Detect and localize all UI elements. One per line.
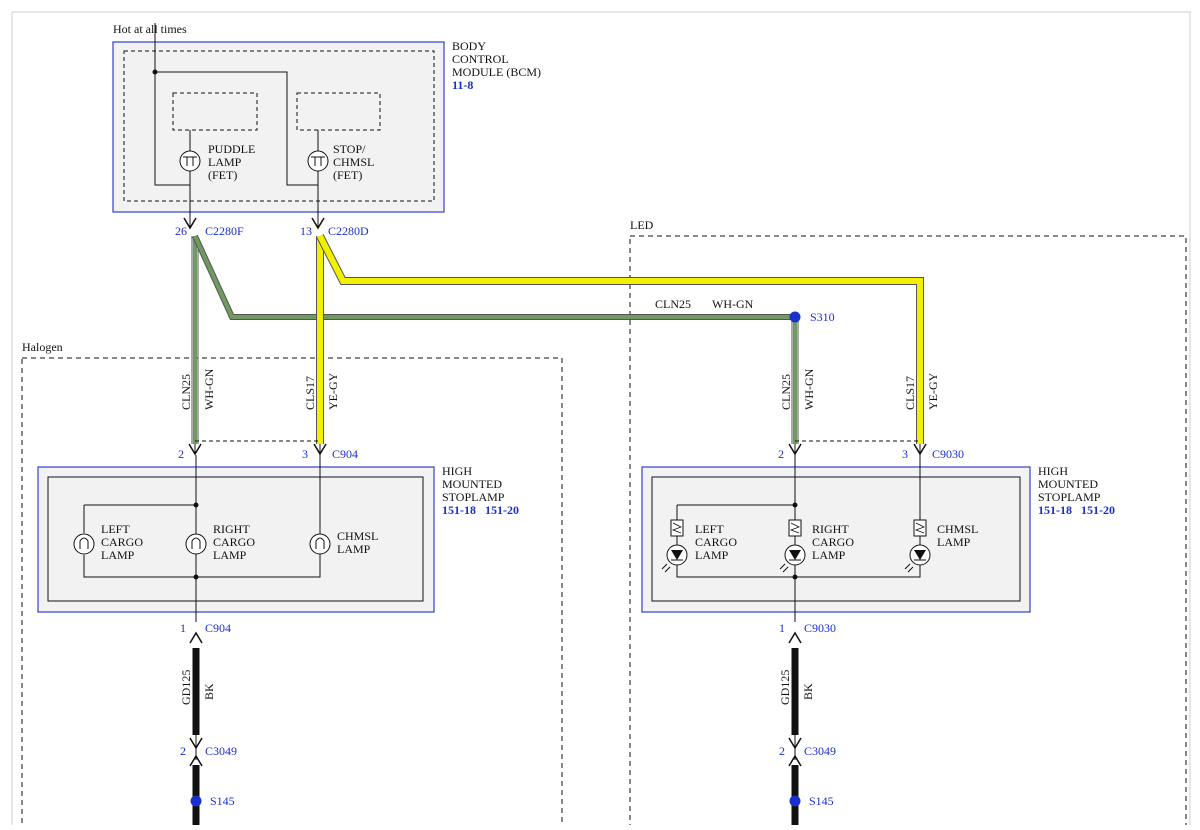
halogen-cls17-label: CLS17 xyxy=(303,376,317,410)
pin-26-label: 26 xyxy=(175,224,187,238)
s310-link[interactable]: S310 xyxy=(810,310,835,324)
halogen-right-lamp-2: CARGO xyxy=(213,535,255,549)
halogen-chmsl-lamp-2: LAMP xyxy=(337,542,371,556)
led-section-label: LED xyxy=(630,218,654,232)
cls17-wire xyxy=(316,234,924,444)
halogen-right-lamp-icon xyxy=(185,533,207,555)
halogen-left-lamp-2: CARGO xyxy=(101,535,143,549)
puddle-label-1: PUDDLE xyxy=(208,142,255,156)
bcm-ref-link[interactable]: 11-8 xyxy=(452,78,473,92)
halogen-chmsl-lamp-icon xyxy=(309,533,331,555)
bcm-title-3: MODULE (BCM) xyxy=(452,65,541,79)
led-s145-link[interactable]: S145 xyxy=(809,794,834,808)
halogen-ground-pin: 2 xyxy=(180,744,186,758)
halogen-gd125-label: GD125 xyxy=(179,670,193,705)
pin-13-label: 13 xyxy=(300,224,312,238)
led-c3049-link[interactable]: C3049 xyxy=(804,744,836,758)
cln25-color-label: WH-GN xyxy=(712,297,754,311)
halogen-ref1-link[interactable]: 151-18 xyxy=(442,503,476,517)
halogen-pin-2: 2 xyxy=(178,447,184,461)
led-right-lamp-1: RIGHT xyxy=(812,522,849,536)
halogen-s145-link[interactable]: S145 xyxy=(210,794,235,808)
halogen-title-3: STOPLAMP xyxy=(442,490,505,504)
halogen-title-2: MOUNTED xyxy=(442,477,502,491)
led-title-2: MOUNTED xyxy=(1038,477,1098,491)
halogen-c904-bottom-link[interactable]: C904 xyxy=(205,621,231,635)
stop-label-2: CHMSL xyxy=(333,155,374,169)
stop-label-1: STOP/ xyxy=(333,142,366,156)
wiring-diagram: PUDDLE LAMP (FET) STOP/ CHMSL (FET) BODY… xyxy=(0,0,1200,830)
led-chmsl-lamp-2: LAMP xyxy=(937,535,971,549)
halogen-section-label: Halogen xyxy=(22,340,63,354)
c2280f-link[interactable]: C2280F xyxy=(205,224,244,238)
led-cls17-label: CLS17 xyxy=(903,376,917,410)
c2280d-link[interactable]: C2280D xyxy=(328,224,369,238)
cln25-wire xyxy=(191,234,799,444)
led-ref2-link[interactable]: 151-20 xyxy=(1081,503,1115,517)
halogen-left-lamp-1: LEFT xyxy=(101,522,130,536)
led-title-3: STOPLAMP xyxy=(1038,490,1101,504)
led-title-1: HIGH xyxy=(1038,464,1068,478)
halogen-c904-bottom-arrow-icon xyxy=(189,631,203,644)
halogen-c904-top-link[interactable]: C904 xyxy=(332,447,358,461)
cln25-circuit-label: CLN25 xyxy=(655,297,691,311)
led-left-lamp-2: CARGO xyxy=(695,535,737,549)
halogen-pin-3: 3 xyxy=(302,447,308,461)
led-gd125-label: GD125 xyxy=(778,670,792,705)
puddle-label-2: LAMP xyxy=(208,155,242,169)
s310-splice-dot xyxy=(789,311,801,323)
halogen-whgn-label: WH-GN xyxy=(202,368,216,410)
led-chmsl-lamp-1: CHMSL xyxy=(937,522,978,536)
halogen-left-lamp-3: LAMP xyxy=(101,548,135,562)
led-left-lamp-1: LEFT xyxy=(695,522,724,536)
halogen-right-lamp-3: LAMP xyxy=(213,548,247,562)
stop-label-3: (FET) xyxy=(333,168,362,182)
halogen-bk-label: BK xyxy=(202,683,216,700)
halogen-ref2-link[interactable]: 151-20 xyxy=(485,503,519,517)
halogen-s145-dot xyxy=(190,795,202,807)
led-ref1-link[interactable]: 151-18 xyxy=(1038,503,1072,517)
bcm-title-2: CONTROL xyxy=(452,52,509,66)
led-whgn-label: WH-GN xyxy=(802,368,816,410)
led-pin-2: 2 xyxy=(778,447,784,461)
feed-junction-dot xyxy=(152,69,158,75)
bcm-outline xyxy=(112,41,445,213)
led-pin-3: 3 xyxy=(902,447,908,461)
led-bk-label: BK xyxy=(801,683,815,700)
led-yegy-label: YE-GY xyxy=(926,372,940,410)
bcm-title-1: BODY xyxy=(452,39,486,53)
led-s145-dot xyxy=(789,795,801,807)
halogen-c3049-link[interactable]: C3049 xyxy=(205,744,237,758)
led-c9030-top-link[interactable]: C9030 xyxy=(932,447,964,461)
halogen-chmsl-lamp-1: CHMSL xyxy=(337,529,378,543)
led-right-lamp-2: CARGO xyxy=(812,535,854,549)
led-c9030-bottom-link[interactable]: C9030 xyxy=(804,621,836,635)
led-c9030-bottom-arrow-icon xyxy=(788,631,802,644)
puddle-label-3: (FET) xyxy=(208,168,237,182)
halogen-cln25-label: CLN25 xyxy=(179,374,193,410)
led-ground-pin: 2 xyxy=(779,744,785,758)
halogen-title-1: HIGH xyxy=(442,464,472,478)
led-left-lamp-3: LAMP xyxy=(695,548,729,562)
halogen-right-lamp-1: RIGHT xyxy=(213,522,250,536)
halogen-yegy-label: YE-GY xyxy=(326,372,340,410)
hot-at-all-times-label: Hot at all times xyxy=(113,22,187,36)
halogen-left-lamp-icon xyxy=(73,533,95,555)
led-cln25-label: CLN25 xyxy=(779,374,793,410)
led-pin-1: 1 xyxy=(779,621,785,635)
led-right-lamp-3: LAMP xyxy=(812,548,846,562)
halogen-pin-1: 1 xyxy=(180,621,186,635)
bcm-module: PUDDLE LAMP (FET) STOP/ CHMSL (FET) BODY… xyxy=(112,23,541,213)
diagram-canvas: PUDDLE LAMP (FET) STOP/ CHMSL (FET) BODY… xyxy=(11,11,1191,830)
